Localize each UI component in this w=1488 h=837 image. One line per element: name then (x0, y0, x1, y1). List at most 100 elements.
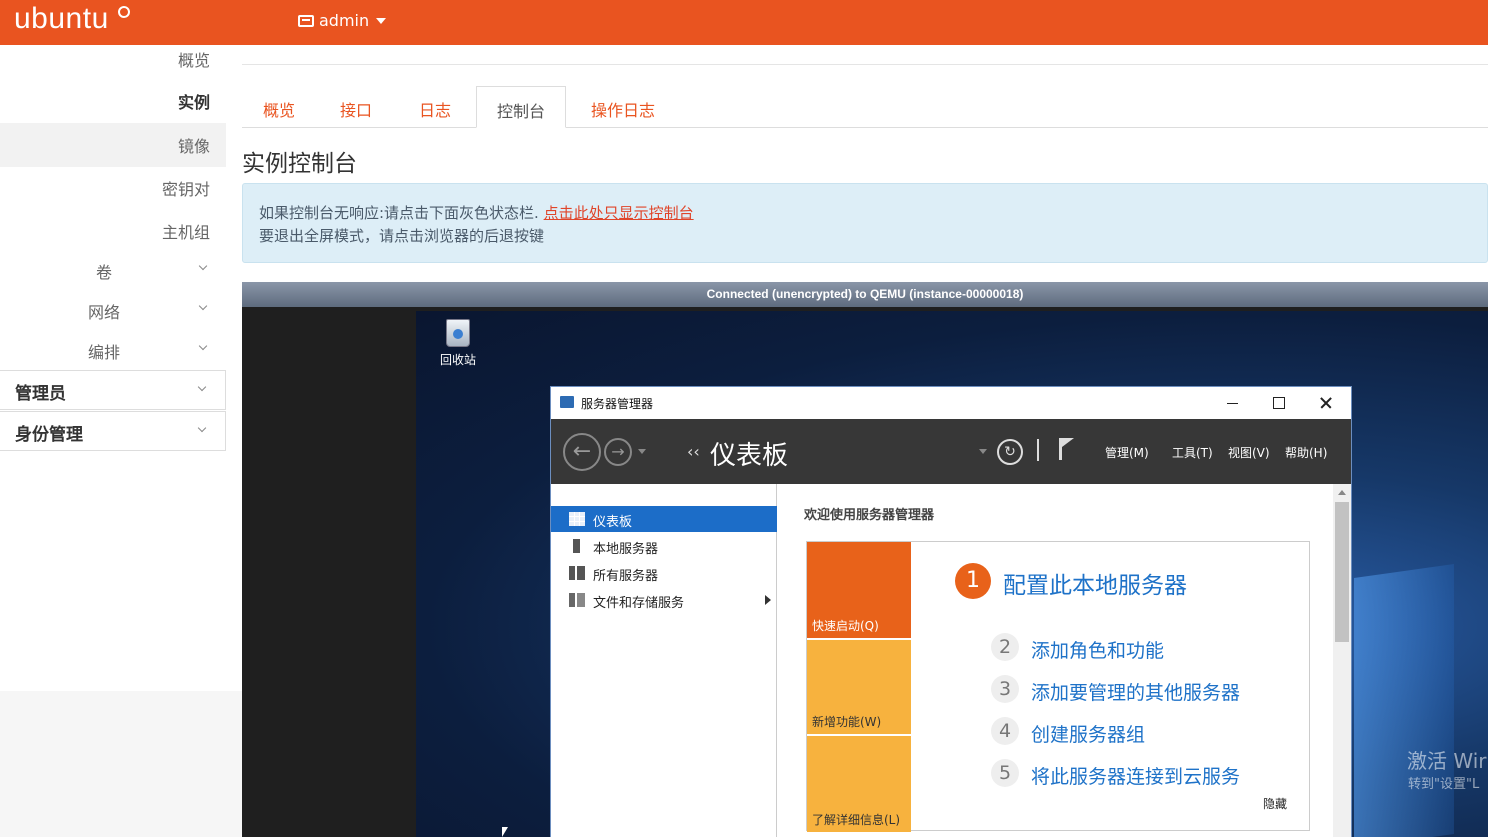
history-dropdown-icon[interactable] (638, 449, 646, 454)
tab-action-log[interactable]: 操作日志 (591, 86, 655, 128)
mouse-cursor-icon (502, 827, 508, 837)
vnc-console[interactable]: 回收站 激活 Wir 转到"设置"L 服务器管理器 ← → ‹‹ 仪表板 ↻ 管… (242, 307, 1488, 837)
server-icon (573, 539, 580, 553)
step-number-badge: 2 (991, 633, 1019, 661)
welcome-heading: 欢迎使用服务器管理器 (804, 508, 935, 523)
sidebar-footer-area (0, 691, 242, 837)
instance-tabs: 概览 接口 日志 控制台 操作日志 (242, 86, 1488, 128)
sidebar-section-label: 身份管理 (15, 425, 83, 445)
top-navbar: ubuntu admin (0, 0, 1488, 45)
tile-quick-start[interactable]: 快速启动(Q) (807, 542, 911, 638)
tab-overview[interactable]: 概览 (263, 86, 295, 128)
notifications-flag-icon[interactable] (1059, 438, 1074, 460)
hide-link[interactable]: 隐藏 (1263, 795, 1287, 812)
sidebar-item-server-groups[interactable]: 主机组 (162, 219, 210, 243)
back-button[interactable]: ← (563, 433, 601, 471)
server-manager-icon (560, 396, 574, 408)
step-number-badge: 5 (991, 759, 1019, 787)
server-manager-nav: 仪表板 本地服务器 所有服务器 文件和存储服务 (551, 484, 777, 837)
sidebar-item-keypairs[interactable]: 密钥对 (162, 176, 210, 200)
nav-label: 本地服务器 (593, 542, 659, 557)
content-scrollbar[interactable] (1333, 484, 1351, 837)
user-menu-dropdown[interactable]: admin (298, 11, 387, 30)
recycle-bin-label: 回收站 (439, 353, 476, 367)
maximize-icon[interactable] (1259, 391, 1299, 415)
show-only-console-link[interactable]: 点击此处只显示控制台 (544, 204, 694, 222)
sidebar-group-label: 卷 (96, 263, 113, 282)
sidebar-group-label: 网络 (88, 303, 121, 322)
sidebar-group-label: 编排 (88, 343, 121, 362)
server-manager-window: 服务器管理器 ← → ‹‹ 仪表板 ↻ 管理(M) 工具(T) 视图(V) 帮助… (550, 386, 1352, 837)
activate-windows-watermark: 激活 Wir (1407, 749, 1487, 773)
menu-manage[interactable]: 管理(M) (1105, 444, 1149, 461)
scrollbar-thumb[interactable] (1335, 502, 1349, 642)
tab-log[interactable]: 日志 (419, 86, 451, 128)
page-title: 实例控制台 (242, 151, 357, 177)
chevron-down-icon (197, 382, 207, 392)
breadcrumb-title: 仪表板 (710, 441, 789, 471)
quick-start-panel: 快速启动(Q) 新增功能(W) 了解详细信息(L) 1 配置此本地服务器 2 添… (806, 541, 1310, 832)
toolbar-separator (1037, 439, 1039, 461)
step-configure-local-server[interactable]: 配置此本地服务器 (1003, 566, 1187, 600)
nav-label: 文件和存储服务 (593, 596, 685, 611)
minimize-icon[interactable] (1213, 391, 1253, 415)
breadcrumb-arrows-icon: ‹‹ (687, 442, 700, 461)
alert-text: 如果控制台无响应:请点击下面灰色状态栏. (259, 204, 539, 222)
sidebar-group-orchestration[interactable]: 编排 (0, 330, 226, 370)
dashboard-content: 欢迎使用服务器管理器 快速启动(Q) 新增功能(W) 了解详细信息(L) 1 配… (777, 484, 1333, 837)
sidebar-section-admin[interactable]: 管理员 (0, 370, 226, 410)
forward-button[interactable]: → (604, 438, 632, 466)
step-label: 添加角色和功能 (1031, 640, 1165, 662)
refresh-icon[interactable]: ↻ (997, 439, 1023, 465)
window-title: 服务器管理器 (581, 397, 654, 411)
chevron-down-icon (198, 261, 208, 271)
tab-interfaces[interactable]: 接口 (340, 86, 372, 128)
step-number-badge: 4 (991, 717, 1019, 745)
tile-whats-new[interactable]: 新增功能(W) (807, 640, 911, 734)
dashboard-icon (569, 512, 585, 526)
tile-label: 了解详细信息(L) (812, 813, 901, 827)
windows-logo-glow (1354, 563, 1454, 837)
alert-line-2: 要退出全屏模式，请点击浏览器的后退按键 (259, 227, 545, 245)
step-number-badge: 1 (955, 563, 991, 599)
nav-label: 所有服务器 (593, 569, 659, 584)
tile-learn-more[interactable]: 了解详细信息(L) (807, 736, 911, 832)
console-status-bar[interactable]: Connected (unencrypted) to QEMU (instanc… (242, 282, 1488, 307)
step-label: 添加要管理的其他服务器 (1031, 682, 1241, 704)
menu-view[interactable]: 视图(V) (1228, 444, 1270, 461)
menu-tools[interactable]: 工具(T) (1172, 444, 1213, 461)
alert-line-1: 如果控制台无响应:请点击下面灰色状态栏. 点击此处只显示控制台 (259, 202, 694, 223)
sidebar-item-instances[interactable]: 实例 (178, 89, 210, 113)
nav-all-servers[interactable]: 所有服务器 (551, 560, 777, 586)
refresh-dropdown-icon[interactable] (979, 449, 987, 454)
window-titlebar[interactable]: 服务器管理器 (551, 387, 1351, 419)
menu-help[interactable]: 帮助(H) (1285, 444, 1327, 461)
sidebar: 概览 实例 镜像 密钥对 主机组 卷 网络 编排 管理员 身份管理 (0, 45, 226, 691)
file-storage-icon (569, 593, 585, 607)
activate-windows-subtext: 转到"设置"L (1408, 777, 1480, 792)
close-icon[interactable] (1306, 391, 1346, 415)
sidebar-section-identity[interactable]: 身份管理 (0, 411, 226, 451)
sidebar-item-overview[interactable]: 概览 (178, 47, 210, 71)
tile-label: 新增功能(W) (812, 715, 882, 729)
recycle-bin-shortcut[interactable]: 回收站 (430, 319, 486, 368)
chevron-down-icon (198, 341, 208, 351)
arrow-left-icon: ← (572, 439, 592, 464)
step-label: 将此服务器连接到云服务 (1031, 766, 1241, 788)
scroll-up-icon[interactable] (1338, 490, 1346, 495)
server-manager-toolbar: ← → ‹‹ 仪表板 ↻ 管理(M) 工具(T) 视图(V) 帮助(H) (551, 419, 1351, 484)
sidebar-item-images[interactable]: 镜像 (178, 133, 210, 157)
nav-local-server[interactable]: 本地服务器 (551, 533, 777, 559)
nav-dashboard[interactable]: 仪表板 (551, 506, 777, 532)
recycle-bin-icon (446, 319, 470, 347)
chevron-right-icon (765, 595, 771, 605)
chevron-down-icon (198, 301, 208, 311)
ubuntu-logo[interactable]: ubuntu (14, 2, 109, 36)
tab-console[interactable]: 控制台 (476, 86, 567, 128)
nav-file-storage[interactable]: 文件和存储服务 (551, 587, 777, 613)
step-label: 创建服务器组 (1031, 724, 1146, 746)
ubuntu-circle-icon (118, 6, 130, 18)
sidebar-group-volumes[interactable]: 卷 (0, 250, 226, 290)
sidebar-group-network[interactable]: 网络 (0, 290, 226, 330)
windows-desktop[interactable]: 回收站 激活 Wir 转到"设置"L 服务器管理器 ← → ‹‹ 仪表板 ↻ 管… (416, 311, 1488, 837)
